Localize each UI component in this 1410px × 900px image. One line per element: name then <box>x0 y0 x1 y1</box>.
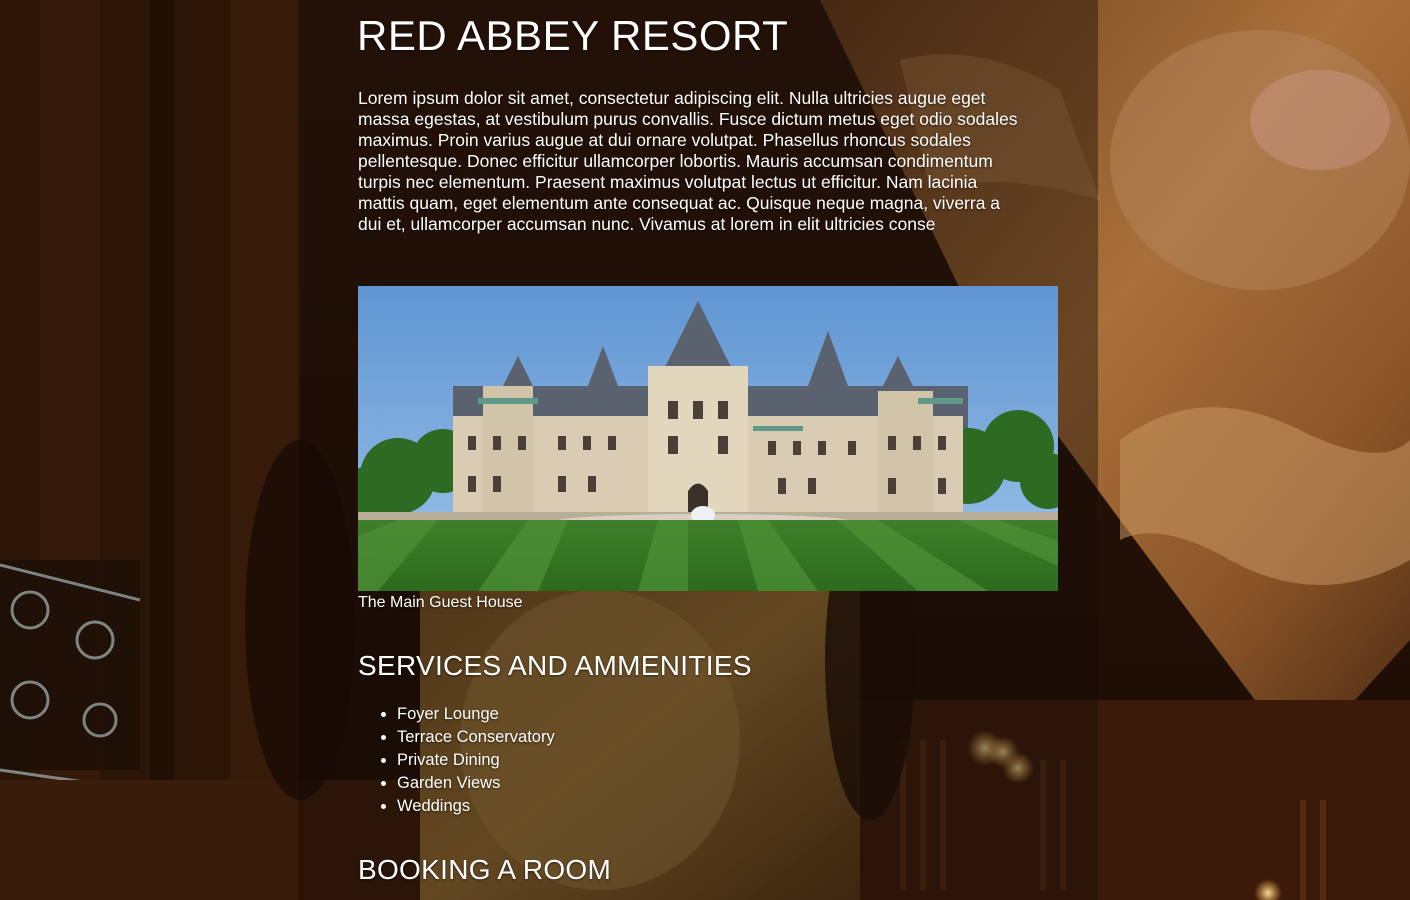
page-title: RED ABBEY RESORT <box>357 12 789 59</box>
list-item: Weddings <box>397 795 555 818</box>
list-item: Private Dining <box>397 749 555 772</box>
amenities-list: Foyer Lounge Terrace Conservatory Privat… <box>358 703 555 818</box>
list-item: Foyer Lounge <box>397 703 555 726</box>
guest-house-photo <box>358 286 1058 591</box>
list-item: Garden Views <box>397 772 555 795</box>
intro-paragraph: Lorem ipsum dolor sit amet, consectetur … <box>358 88 1018 234</box>
list-item: Terrace Conservatory <box>397 726 555 749</box>
services-heading: SERVICES AND AMMENITIES <box>358 650 752 681</box>
guest-house-figure: The Main Guest House <box>358 286 1058 613</box>
photo-caption: The Main Guest House <box>358 594 523 611</box>
booking-heading: BOOKING A ROOM <box>358 854 612 885</box>
